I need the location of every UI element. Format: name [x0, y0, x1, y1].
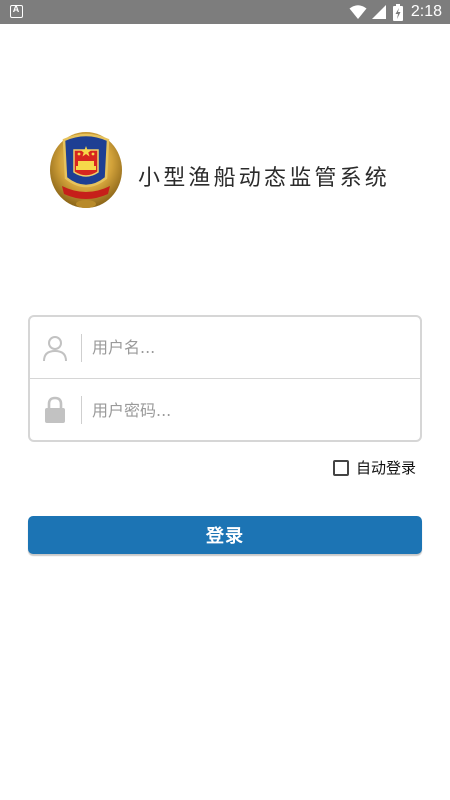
- user-icon: [43, 335, 67, 361]
- password-row: [30, 380, 420, 440]
- signal-icon: [371, 5, 386, 19]
- status-bar: A 2:18: [0, 0, 450, 24]
- auto-login-label: 自动登录: [355, 459, 416, 477]
- notification-a-icon: A: [10, 4, 23, 18]
- status-time: 2:18: [410, 3, 442, 20]
- username-row: [30, 317, 420, 379]
- app-title: 小型渔船动态监管系统: [138, 166, 391, 191]
- username-input[interactable]: [92, 317, 412, 378]
- battery-charging-icon: [392, 3, 403, 21]
- status-icons: 2:18: [349, 0, 442, 24]
- login-button[interactable]: 登录: [28, 516, 422, 554]
- police-emblem-icon: [50, 132, 122, 208]
- app-header: 小型渔船动态监管系统: [44, 128, 424, 214]
- lock-icon: [45, 396, 65, 423]
- password-input[interactable]: [92, 380, 412, 440]
- wifi-icon: [349, 5, 367, 19]
- username-divider: [81, 334, 82, 362]
- login-form: [28, 315, 422, 442]
- notification-letter: A: [12, 4, 20, 14]
- password-divider: [81, 396, 82, 424]
- auto-login-toggle[interactable]: 自动登录: [332, 457, 416, 478]
- auto-login-checkbox[interactable]: [332, 459, 349, 476]
